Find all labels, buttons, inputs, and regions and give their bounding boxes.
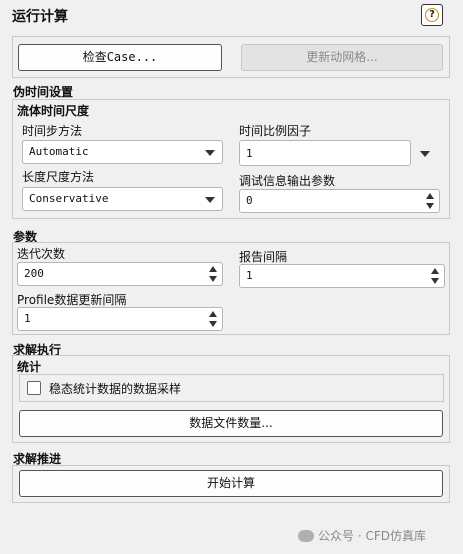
time-scale-factor-input[interactable]: 1 [239,140,411,166]
statistics-title: 统计 [17,360,42,374]
panel-title: 运行计算 [12,9,68,25]
length-scale-method-value: Conservative [29,192,109,205]
profile-update-value: 1 [24,312,31,325]
fluid-time-scale-title: 流体时间尺度 [17,104,90,118]
verbosity-label: 调试信息输出参数 [239,174,336,188]
spinner-arrows-icon[interactable] [426,192,436,210]
calculate-button[interactable]: 开始计算 [19,470,443,497]
steady-statistics-label: 稳态统计数据的数据采样 [49,382,182,396]
check-case-button[interactable]: 检查Case... [18,44,222,71]
pseudo-time-section-title: 伪时间设置 [13,85,74,99]
time-scale-factor-dropdown-icon[interactable] [420,151,430,157]
profile-update-label: Profile数据更新间隔 [17,293,127,307]
iterations-input[interactable]: 200 [17,262,223,286]
spinner-arrows-icon[interactable] [431,267,441,285]
verbosity-input[interactable]: 0 [239,189,440,213]
length-scale-method-select[interactable]: Conservative [22,187,223,211]
steady-statistics-checkbox[interactable] [27,381,41,395]
iterations-value: 200 [24,267,44,280]
report-interval-input[interactable]: 1 [239,264,445,288]
wechat-icon [298,530,314,542]
report-interval-value: 1 [246,269,253,282]
help-icon: ? [425,8,439,22]
report-interval-label: 报告间隔 [239,250,288,264]
spinner-arrows-icon[interactable] [209,265,219,283]
spinner-arrows-icon[interactable] [209,310,219,328]
chevron-down-icon [205,197,215,203]
update-dynamic-mesh-button[interactable]: 更新动网格... [241,44,443,71]
time-step-method-label: 时间步方法 [22,124,83,138]
watermark-text: 公众号 · CFD仿真库 [318,529,426,543]
length-scale-method-label: 长度尺度方法 [22,170,95,184]
time-scale-factor-value: 1 [246,147,253,160]
data-file-quantities-button[interactable]: 数据文件数量... [19,410,443,437]
time-step-method-value: Automatic [29,145,89,158]
verbosity-value: 0 [246,194,253,207]
iterations-label: 迭代次数 [17,247,66,261]
time-step-method-select[interactable]: Automatic [22,140,223,164]
profile-update-input[interactable]: 1 [17,307,223,331]
chevron-down-icon [205,150,215,156]
time-scale-factor-label: 时间比例因子 [239,124,312,138]
help-button[interactable]: ? [421,4,443,26]
